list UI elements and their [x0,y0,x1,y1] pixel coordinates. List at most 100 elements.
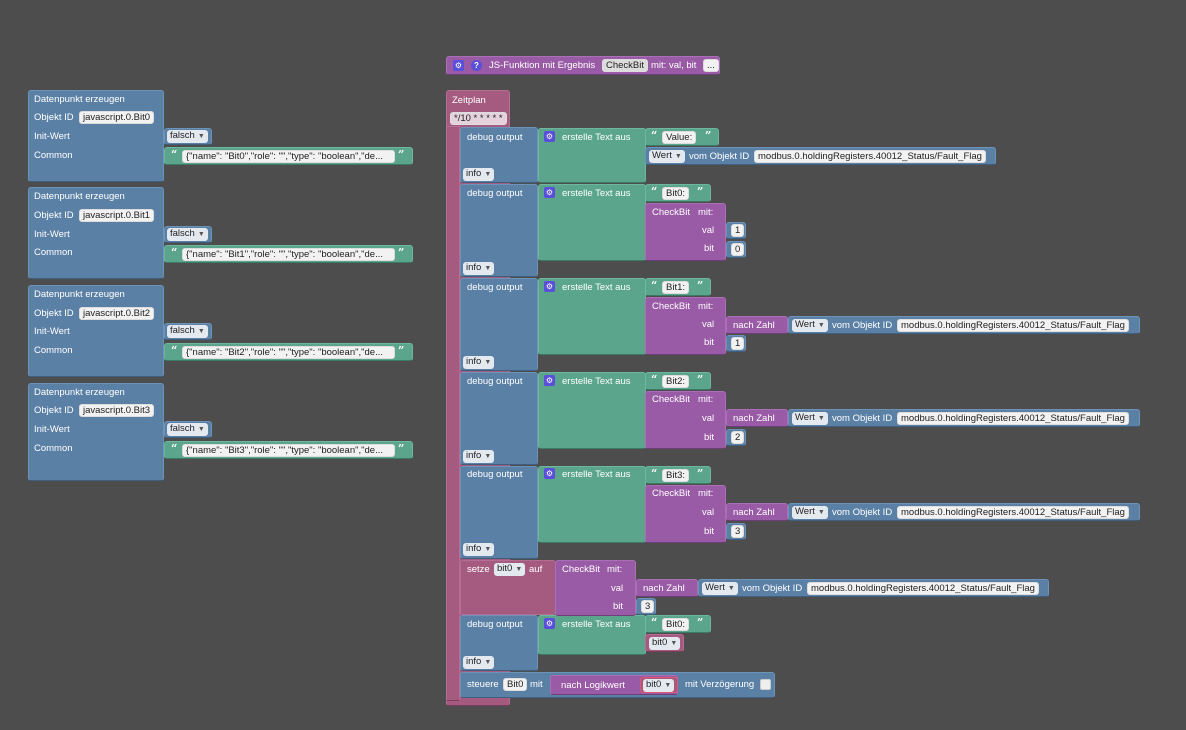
object-id-field[interactable]: javascript.0.Bit2 [79,307,155,320]
number-field[interactable]: 3 [641,600,655,613]
common-text-block[interactable]: “ {"name": "Bit3","role": "","type": "boo… [164,441,413,459]
object-id-field[interactable]: javascript.0.Bit0 [79,111,155,124]
number-block[interactable]: 0 [726,241,746,258]
object-id-label: Objekt ID [34,210,74,221]
number-field[interactable]: 1 [731,224,745,237]
gear-icon[interactable]: ⚙ [544,375,555,386]
log-level-dropdown[interactable]: info ▼ [463,450,495,463]
variable-get-block[interactable]: bit0 ▼ [645,634,684,652]
init-value-dropdown[interactable]: falsch ▼ [167,423,208,436]
datapoint-block-0[interactable]: Datenpunkt erzeugen Objekt ID javascript… [28,90,164,182]
init-value-dropdown[interactable]: falsch ▼ [167,228,208,241]
init-value-dropdown[interactable]: falsch ▼ [167,130,208,143]
get-value-block[interactable]: Wert ▼ vom Objekt ID modbus.0.holdingRegi… [788,409,1140,427]
create-text-label: erstelle Text aus [562,376,631,387]
to-number-block[interactable]: nach Zahl [726,316,788,334]
log-level-dropdown[interactable]: info ▼ [463,543,495,556]
object-id-field[interactable]: modbus.0.holdingRegisters.40012_Status/F… [897,319,1129,332]
number-block[interactable]: 2 [726,429,746,446]
string-literal-bit3[interactable]: “ Bit3: ” [645,466,711,484]
debug-output-label: debug output [467,619,523,630]
common-text-block[interactable]: “ {"name": "Bit1","role": "","type": "boo… [164,245,413,263]
string-field[interactable]: Bit2: [662,375,690,388]
common-text-field[interactable]: {"name": "Bit0","role": "","type": "bool… [182,150,395,163]
log-level-dropdown[interactable]: info ▼ [463,356,495,369]
debug-output-label: debug output [467,282,523,293]
common-text-field[interactable]: {"name": "Bit3","role": "","type": "bool… [182,444,395,457]
number-block[interactable]: 3 [726,523,746,540]
variable-dropdown[interactable]: bit0 ▼ [649,637,681,650]
number-field[interactable]: 3 [731,525,745,538]
common-text-field[interactable]: {"name": "Bit2","role": "","type": "bool… [182,346,395,359]
common-text-block[interactable]: “ {"name": "Bit2","role": "","type": "boo… [164,343,413,361]
object-id-field[interactable]: javascript.0.Bit1 [79,209,155,222]
number-block[interactable]: 3 [636,598,656,615]
get-value-block[interactable]: Wert ▼ vom Objekt ID modbus.0.holdingRegi… [698,579,1049,597]
help-icon[interactable]: ? [471,60,482,71]
variable-dropdown[interactable]: bit0 ▼ [643,679,675,692]
close-quote-icon: ” [705,129,712,142]
string-field[interactable]: Bit3: [662,469,690,482]
close-quote-icon: ” [697,616,704,629]
gear-icon[interactable]: ⚙ [544,281,555,292]
common-label: Common [34,345,73,356]
number-field[interactable]: 1 [731,337,745,350]
value-type-dropdown[interactable]: Wert ▼ [792,506,828,519]
common-text-field[interactable]: {"name": "Bit1","role": "","type": "bool… [182,248,395,261]
object-id-field[interactable]: javascript.0.Bit3 [79,404,155,417]
gear-icon[interactable]: ⚙ [544,468,555,479]
value-type-dropdown[interactable]: Wert ▼ [792,412,828,425]
number-block[interactable]: 1 [726,222,746,239]
object-id-field[interactable]: modbus.0.holdingRegisters.40012_Status/F… [897,412,1129,425]
init-value-dropdown[interactable]: falsch ▼ [167,325,208,338]
variable-get-block[interactable]: bit0 ▼ [640,677,678,693]
cron-field[interactable]: */10 * * * * * [450,112,507,125]
log-level-dropdown[interactable]: info ▼ [463,262,495,275]
string-literal-bit1[interactable]: “ Bit1: ” [645,278,711,296]
chevron-down-icon: ▼ [817,415,825,422]
object-id-field[interactable]: modbus.0.holdingRegisters.40012_Status/F… [754,150,986,163]
gear-icon[interactable]: ⚙ [544,618,555,629]
function-name-field[interactable]: CheckBit [602,59,649,72]
log-level-dropdown[interactable]: info ▼ [463,656,495,669]
string-field[interactable]: Bit0: [662,618,690,631]
string-field[interactable]: Value: [662,131,697,144]
to-number-block[interactable]: nach Zahl [726,409,788,427]
string-field[interactable]: Bit0: [662,187,690,200]
gear-icon[interactable]: ⚙ [544,131,555,142]
val-label: val [702,413,715,424]
variable-dropdown[interactable]: bit0 ▼ [494,563,526,576]
val-label: val [702,507,715,518]
to-number-block[interactable]: nach Zahl [726,503,788,521]
string-literal-bit2[interactable]: “ Bit2: ” [645,372,711,390]
string-literal-value[interactable]: “ Value: ” [645,128,719,146]
object-id-field[interactable]: modbus.0.holdingRegisters.40012_Status/F… [897,506,1129,519]
common-text-block[interactable]: “ {"name": "Bit0","role": "","type": "boo… [164,147,413,165]
string-field[interactable]: Bit1: [662,281,690,294]
chevron-down-icon: ▼ [484,546,492,553]
string-literal-bit0-last[interactable]: “ Bit0: ” [645,615,711,633]
delay-checkbox[interactable] [760,679,771,690]
object-id-field[interactable]: modbus.0.holdingRegisters.40012_Status/F… [807,582,1039,595]
init-value-label: Init-Wert [34,229,70,240]
get-value-block[interactable]: Wert ▼ vom Objekt ID modbus.0.holdingRegi… [788,503,1140,521]
gear-icon[interactable]: ⚙ [453,60,464,71]
value-type-dropdown[interactable]: Wert ▼ [649,150,685,163]
target-object-field[interactable]: Bit0 [503,678,528,691]
number-block[interactable]: 1 [726,335,746,352]
get-value-block[interactable]: Wert ▼ vom Objekt ID modbus.0.holdingRegi… [645,147,996,165]
value-type-dropdown[interactable]: Wert ▼ [702,582,738,595]
chevron-down-icon: ▼ [484,171,492,178]
number-field[interactable]: 2 [731,431,745,444]
gear-icon[interactable]: ⚙ [544,187,555,198]
log-level-dropdown[interactable]: info ▼ [463,168,495,181]
get-value-block[interactable]: Wert ▼ vom Objekt ID modbus.0.holdingRegi… [788,316,1140,334]
init-value-label: Init-Wert [34,424,70,435]
function-definition-block[interactable]: ⚙ ? JS-Funktion mit Ergebnis CheckBit mi… [446,56,720,75]
number-field[interactable]: 0 [731,243,745,256]
to-number-block[interactable]: nach Zahl [636,579,698,597]
string-literal-bit0[interactable]: “ Bit0: ” [645,184,711,202]
open-quote-icon: “ [651,616,658,629]
more-button[interactable]: ... [703,59,719,72]
value-type-dropdown[interactable]: Wert ▼ [792,319,828,332]
